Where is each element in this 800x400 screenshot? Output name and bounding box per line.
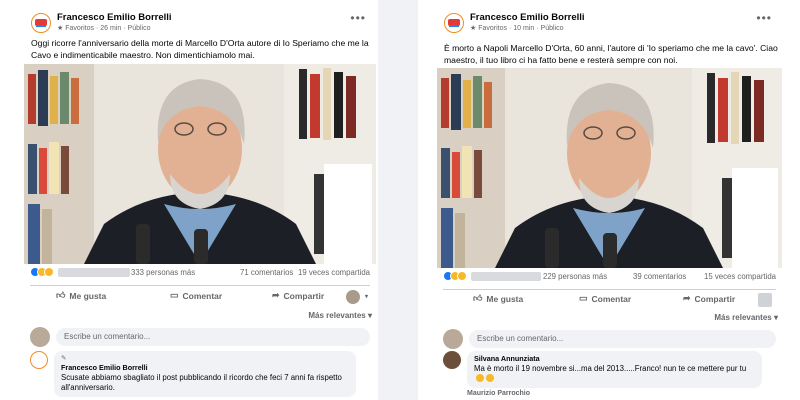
meta-separator: ·	[123, 25, 126, 32]
author-avatar[interactable]	[444, 13, 464, 33]
like-label: Me gusta	[69, 290, 107, 301]
post-stats: 333 personas más 71 comentarios 19 veces…	[30, 267, 370, 281]
speech-bubble-icon: ▭	[170, 290, 179, 300]
share-label: Compartir	[283, 290, 325, 301]
more-dots-icon[interactable]: •••	[756, 11, 772, 25]
like-button[interactable]: 👍︎ Me gusta	[56, 290, 106, 301]
shares-count[interactable]: 19 veces compartida	[298, 268, 370, 277]
photo-illustration	[437, 68, 782, 268]
comment-author[interactable]: Silvana Annunziata	[474, 354, 755, 363]
meta-separator: ·	[95, 25, 99, 32]
avatar	[30, 327, 50, 347]
post-header: Francesco Emilio Borrelli ★ Favoritos · …	[24, 0, 376, 34]
comment-text-content: Ma è morto il 19 novembre si...ma del 20…	[474, 364, 747, 373]
comments-count[interactable]: 71 comentarios	[240, 268, 293, 277]
reaction-identity-avatar[interactable]	[758, 293, 772, 307]
reactions-summary[interactable]	[443, 271, 467, 283]
comment-text: Scusate abbiamo sbagliato il post pubbli…	[61, 373, 342, 392]
pencil-icon: ✎	[61, 355, 67, 362]
share-arrow-icon: ➦	[683, 293, 691, 303]
post-text: È morto a Napoli Marcello D'Orta, 60 ann…	[444, 43, 778, 65]
photo-illustration	[24, 64, 376, 264]
chevron-down-icon: ▾	[773, 313, 778, 322]
speech-bubble-icon: ▭	[579, 293, 588, 303]
commenter-avatar[interactable]	[443, 351, 461, 369]
share-label: Compartir	[694, 293, 736, 304]
post-time[interactable]: 10 min	[513, 25, 534, 32]
share-button[interactable]: ➦ Compartir	[683, 293, 735, 304]
post-photo[interactable]	[24, 64, 376, 264]
sad-reaction-icon	[457, 271, 467, 281]
thumbs-up-icon: 👍︎	[473, 293, 483, 303]
reactions-summary[interactable]	[30, 267, 54, 279]
comment-input[interactable]: Escribe un comentario...	[56, 328, 370, 346]
post-meta: ★ Favoritos · 10 min · Público	[470, 24, 564, 32]
post-card: Francesco Emilio Borrelli ★ Favoritos · …	[24, 0, 376, 400]
post-header: Francesco Emilio Borrelli ★ Favoritos · …	[437, 0, 782, 34]
comment-sort-dropdown[interactable]: Más relevantes ▾	[714, 313, 778, 322]
laughing-emoji-icon	[476, 374, 484, 382]
comment-composer: Escribe un comentario...	[443, 329, 776, 349]
post-photo[interactable]	[437, 68, 782, 268]
like-button[interactable]: 👍︎ Me gusta	[473, 293, 523, 304]
blurred-names	[58, 268, 130, 277]
thumbs-up-icon: 👍︎	[56, 290, 66, 300]
shares-count[interactable]: 15 veces compartida	[704, 272, 776, 281]
favorites-label: Favoritos	[478, 25, 508, 32]
comment-text: Ma è morto il 19 novembre si...ma del 20…	[474, 364, 755, 384]
comment-input[interactable]: Escribe un comentario...	[469, 330, 776, 348]
page-gutter	[378, 0, 418, 400]
divider	[443, 289, 776, 290]
comment-button[interactable]: ▭ Comentar	[579, 293, 631, 304]
reaction-count[interactable]: 333 personas más	[131, 268, 195, 277]
laughing-emoji-icon	[486, 374, 494, 382]
favorites-label: Favoritos	[65, 25, 95, 32]
blurred-names	[471, 272, 541, 281]
avatar	[443, 329, 463, 349]
sad-reaction-icon	[44, 267, 54, 277]
more-dots-icon[interactable]: •••	[350, 11, 366, 25]
post-time[interactable]: 26 min	[100, 25, 121, 32]
comment-button[interactable]: ▭ Comentar	[170, 290, 222, 301]
divider	[30, 285, 370, 286]
author-avatar[interactable]	[31, 13, 51, 33]
share-button[interactable]: ➦ Compartir	[272, 290, 324, 301]
comment-bubble: Silvana Annunziata Ma è morto il 19 nove…	[467, 351, 762, 388]
sort-label: Más relevantes	[308, 311, 366, 320]
post-actions: 👍︎ Me gusta ▭ Comentar ➦ Compartir ▾	[30, 290, 370, 306]
comment-label: Comentar	[591, 293, 632, 304]
post-card: Francesco Emilio Borrelli ★ Favoritos · …	[437, 0, 782, 400]
comment-bubble: ✎ Francesco Emilio Borrelli Scusate abbi…	[54, 351, 356, 397]
meta-separator: ·	[536, 25, 539, 32]
reaction-count[interactable]: 229 personas más	[543, 272, 607, 281]
comment-author[interactable]: Francesco Emilio Borrelli	[61, 363, 349, 372]
post-visibility: Público	[127, 25, 151, 32]
commenter-avatar[interactable]	[30, 351, 48, 369]
comments-count[interactable]: 39 comentarios	[633, 272, 686, 281]
like-label: Me gusta	[486, 293, 524, 304]
star-icon: ★	[57, 25, 64, 32]
star-icon: ★	[470, 25, 477, 32]
chevron-down-icon[interactable]: ▾	[365, 293, 368, 300]
post-meta: ★ Favoritos · 26 min · Público	[57, 24, 151, 32]
post-actions: 👍︎ Me gusta ▭ Comentar ➦ Compartir	[443, 293, 776, 309]
comment-composer: Escribe un comentario...	[30, 327, 370, 347]
comment-sort-dropdown[interactable]: Más relevantes ▾	[308, 311, 372, 320]
sort-label: Más relevantes	[714, 313, 772, 322]
reaction-identity-avatar[interactable]	[346, 290, 360, 304]
author-name[interactable]: Francesco Emilio Borrelli	[470, 12, 585, 23]
meta-separator: ·	[508, 25, 512, 32]
post-visibility: Público	[540, 25, 564, 32]
chevron-down-icon: ▾	[367, 311, 372, 320]
post-stats: 229 personas más 39 comentarios 15 veces…	[443, 271, 776, 285]
share-arrow-icon: ➦	[272, 290, 280, 300]
author-name[interactable]: Francesco Emilio Borrelli	[57, 12, 172, 23]
post-text: Oggi ricorre l'anniversario della morte …	[31, 38, 369, 60]
comment-label: Comentar	[182, 290, 223, 301]
next-comment-author[interactable]: Maurizio Parrochio	[467, 390, 530, 397]
